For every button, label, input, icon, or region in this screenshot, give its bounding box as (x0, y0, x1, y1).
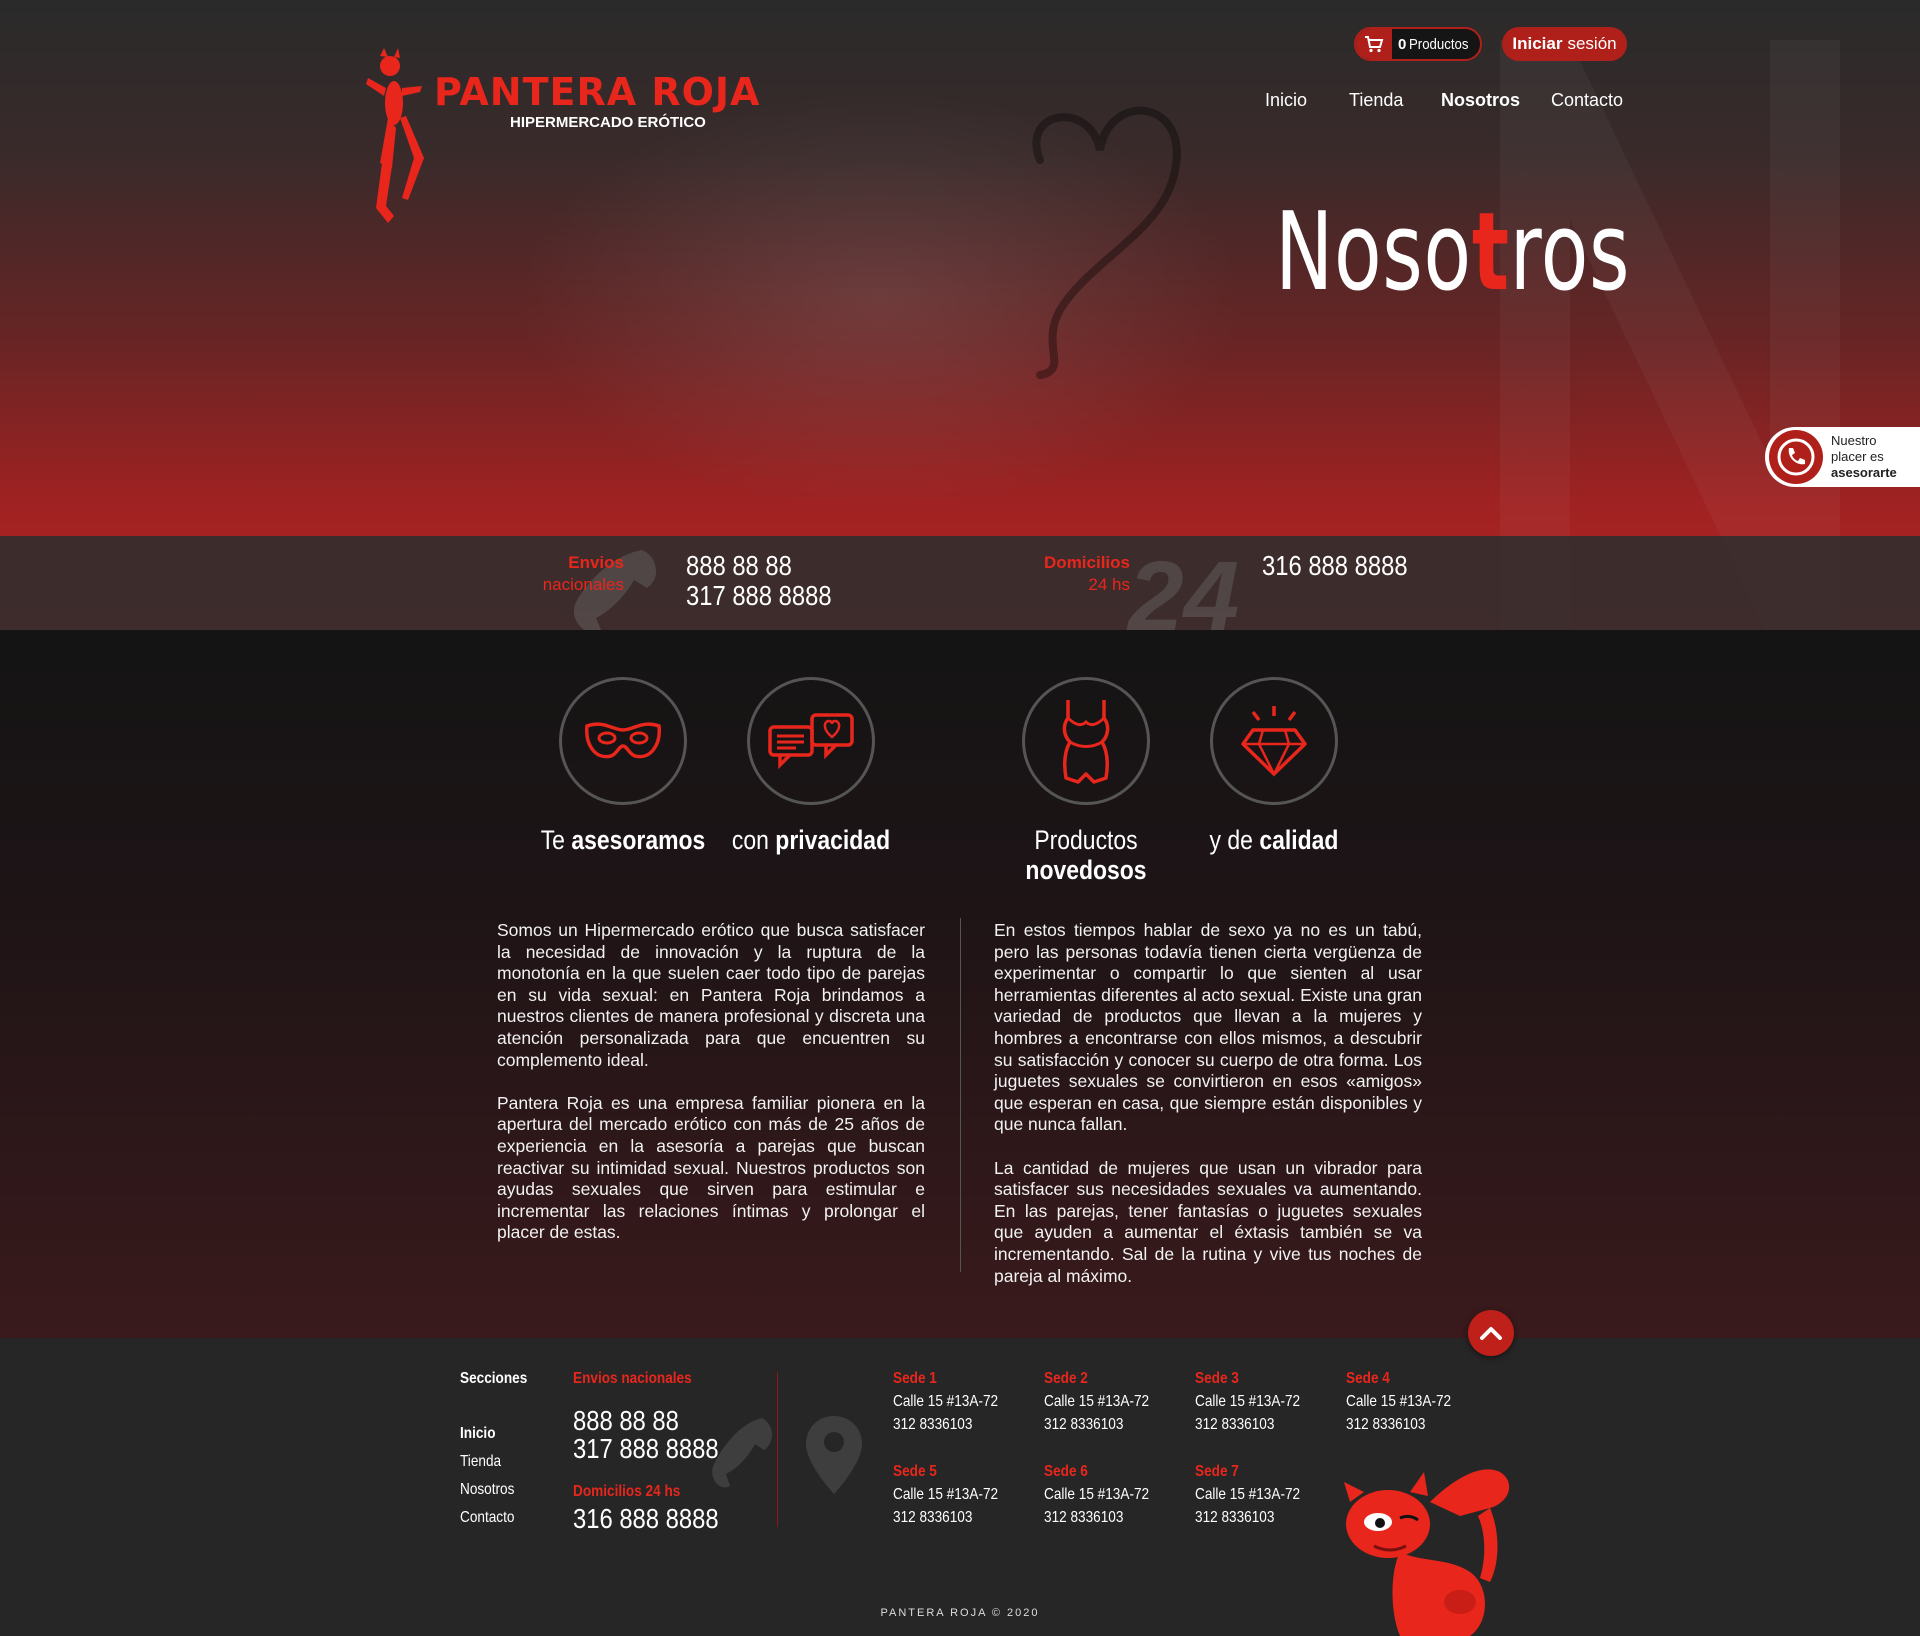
feature-label-bold: calidad (1259, 825, 1339, 855)
cart-button[interactable]: 0 Productos (1354, 27, 1482, 61)
feature-label-bold: privacidad (775, 825, 891, 855)
copyright: PANTERA ROJA © 2020 (880, 1607, 1040, 1619)
sede-3-phone[interactable]: 312 8336103 (1195, 1416, 1274, 1434)
footer-envios-phone-2[interactable]: 317 888 8888 (573, 1433, 719, 1465)
envios-label-bold: Envios (568, 553, 624, 572)
sede-2-name: Sede 2 (1044, 1370, 1088, 1387)
feature-calidad: y de calidad (1174, 677, 1374, 855)
whatsapp-line-3: asesorarte (1831, 465, 1897, 480)
nav-nosotros[interactable]: Nosotros (1441, 90, 1520, 111)
page-title-part-3: ros (1509, 190, 1630, 315)
feature-label-light: con (731, 825, 769, 855)
lingerie-icon (1022, 677, 1150, 805)
sede-3-address: Calle 15 #13A-72 (1195, 1393, 1301, 1410)
column-divider (960, 918, 961, 1272)
sede-6-address: Calle 15 #13A-72 (1044, 1486, 1150, 1503)
page-title-part-1: Noso (1274, 190, 1472, 315)
sede-4-address: Calle 15 #13A-72 (1346, 1393, 1452, 1410)
back-to-top-button[interactable] (1468, 1310, 1514, 1356)
contact-band (0, 536, 1920, 630)
feature-label: Productos novedosos (1001, 825, 1171, 885)
sede-1-address: Calle 15 #13A-72 (893, 1393, 999, 1410)
footer-link-tienda[interactable]: Tienda (460, 1453, 501, 1471)
domicilios-label: Domicilios 24 hs (1000, 552, 1130, 596)
sede-2-address: Calle 15 #13A-72 (1044, 1393, 1150, 1410)
cart-count: 0 (1398, 35, 1407, 53)
whatsapp-line-2: placer es (1831, 449, 1884, 464)
whatsapp-tab[interactable]: Nuestro placer es asesorarte (1765, 427, 1920, 487)
footer-domicilios-title: Domicilios 24 hs (573, 1483, 681, 1500)
sede-7-address: Calle 15 #13A-72 (1195, 1486, 1301, 1503)
heart-doodle-icon (1032, 106, 1181, 379)
whatsapp-icon (1769, 430, 1823, 484)
sede-5-phone[interactable]: 312 8336103 (893, 1509, 972, 1527)
sede-4-phone[interactable]: 312 8336103 (1346, 1416, 1425, 1434)
feature-asesoramos: Te asesoramos (523, 677, 723, 855)
sede-5-name: Sede 5 (893, 1463, 937, 1480)
mask-icon (559, 677, 687, 805)
sede-7-phone[interactable]: 312 8336103 (1195, 1509, 1274, 1527)
sede-6-phone[interactable]: 312 8336103 (1044, 1509, 1123, 1527)
feature-label: y de calidad (1189, 825, 1359, 855)
footer-domicilios-phone[interactable]: 316 888 8888 (573, 1503, 719, 1535)
nav-tienda[interactable]: Tienda (1349, 90, 1403, 111)
domicilios-label-rest: 24 hs (1088, 575, 1130, 594)
sede-6-name: Sede 6 (1044, 1463, 1088, 1480)
footer-link-inicio[interactable]: Inicio (460, 1425, 496, 1443)
sede-4-name: Sede 4 (1346, 1370, 1390, 1387)
feature-novedosos: Productos novedosos (986, 677, 1186, 885)
envios-label: Envios nacionales (480, 552, 624, 596)
login-label-rest: sesión (1567, 34, 1617, 53)
chevron-up-icon (1480, 1327, 1502, 1340)
nav-inicio[interactable]: Inicio (1265, 90, 1307, 111)
about-paragraph: Somos un Hipermercado erótico que busca … (497, 920, 925, 1070)
about-paragraph: Pantera Roja es una empresa familiar pio… (497, 1092, 925, 1243)
diamond-icon (1210, 677, 1338, 805)
envios-label-rest: nacionales (542, 575, 624, 594)
sede-1-phone[interactable]: 312 8336103 (893, 1416, 972, 1434)
feature-label-bold: asesoramos (571, 825, 706, 855)
feature-label: Te asesoramos (538, 825, 708, 855)
feature-label-light: y de (1209, 825, 1253, 855)
footer-link-nosotros[interactable]: Nosotros (460, 1481, 514, 1499)
chat-bubbles-icon (747, 677, 875, 805)
sede-2-phone[interactable]: 312 8336103 (1044, 1416, 1123, 1434)
nav-contacto[interactable]: Contacto (1551, 90, 1623, 111)
cart-label: Productos (1409, 35, 1469, 53)
envios-phone-1[interactable]: 888 88 88 (686, 550, 792, 582)
feature-label-bold: novedosos (1025, 855, 1147, 885)
whatsapp-text: Nuestro placer es asesorarte (1831, 433, 1897, 481)
sede-1-name: Sede 1 (893, 1370, 937, 1387)
about-paragraph: La cantidad de mujeres que usan un vibra… (994, 1157, 1422, 1286)
about-paragraph: En estos tiempos hablar de sexo ya no es… (994, 920, 1422, 1135)
brand-title[interactable]: PANTERA ROJA (434, 70, 760, 114)
feature-label-light: Productos (1034, 825, 1138, 855)
feature-privacidad: con privacidad (711, 677, 911, 855)
page-title: Nosotros (1275, 190, 1630, 315)
phone-icon (712, 1418, 773, 1488)
footer-sections-title: Secciones (460, 1370, 528, 1387)
domicilios-label-bold: Domicilios (1044, 553, 1130, 572)
sede-7-name: Sede 7 (1195, 1463, 1239, 1480)
about-column-right: En estos tiempos hablar de sexo ya no es… (994, 920, 1422, 1287)
domicilios-phone[interactable]: 316 888 8888 (1262, 550, 1408, 582)
about-column-left: Somos un Hipermercado erótico que busca … (497, 920, 925, 1244)
footer-link-contacto[interactable]: Contacto (460, 1509, 514, 1527)
brand-tagline: HIPERMERCADO ERÓTICO (510, 114, 706, 131)
login-label-bold: Iniciar (1512, 34, 1563, 53)
cart-icon (1356, 29, 1392, 59)
sede-5-address: Calle 15 #13A-72 (893, 1486, 999, 1503)
envios-phone-2[interactable]: 317 888 8888 (686, 580, 832, 612)
feature-label-light: Te (540, 825, 565, 855)
footer-envios-title: Envios nacionales (573, 1370, 692, 1387)
whatsapp-line-1: Nuestro (1831, 433, 1877, 448)
login-button[interactable]: Iniciar sesión (1502, 27, 1627, 61)
map-pin-icon (806, 1416, 862, 1494)
page-title-part-2: t (1471, 190, 1510, 315)
feature-label: con privacidad (726, 825, 896, 855)
sede-3-name: Sede 3 (1195, 1370, 1239, 1387)
